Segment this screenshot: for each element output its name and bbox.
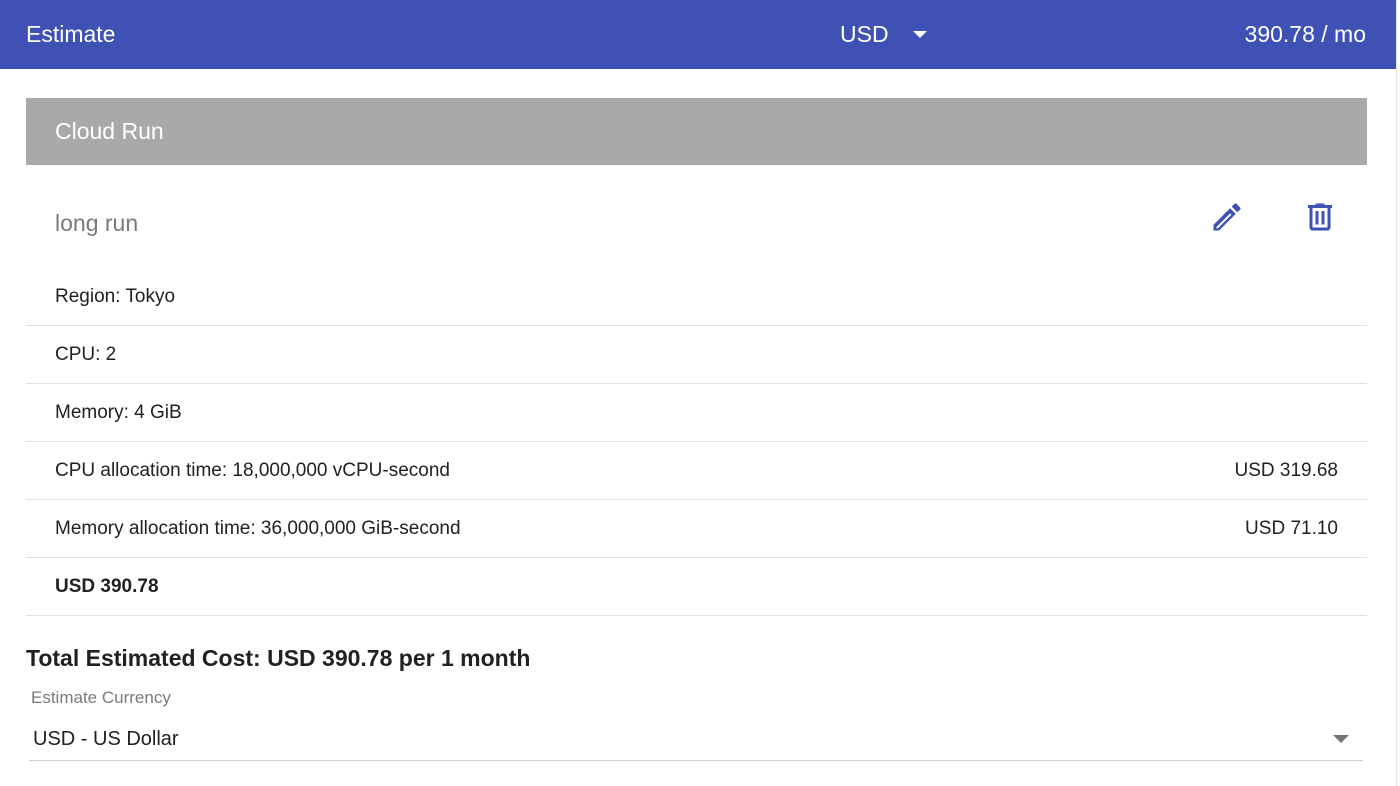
line-item-cpu-allocation: CPU allocation time: 18,000,000 vCPU-sec… [26, 442, 1367, 500]
header-currency-select[interactable]: USD [840, 21, 927, 48]
line-item-label: CPU: 2 [55, 343, 117, 365]
line-item-region: Region: Tokyo [26, 268, 1367, 326]
currency-select-value: USD - US Dollar [33, 727, 179, 750]
scroll-edge [1396, 0, 1397, 786]
edit-button[interactable] [1209, 199, 1245, 235]
caret-down-icon [912, 31, 927, 38]
item-name: long run [55, 210, 139, 236]
header-monthly-total: 390.78 / mo [1244, 21, 1366, 47]
caret-down-icon [1333, 735, 1349, 743]
line-item-cpu: CPU: 2 [26, 326, 1367, 384]
line-item-label: CPU allocation time: 18,000,000 vCPU-sec… [55, 459, 450, 481]
total-estimated-cost: Total Estimated Cost: USD 390.78 per 1 m… [26, 645, 531, 671]
trash-icon [1308, 203, 1332, 231]
subtotal-value: USD 390.78 [55, 575, 159, 597]
estimate-header: Estimate USD 390.78 / mo [0, 0, 1396, 69]
line-items: Region: Tokyo CPU: 2 Memory: 4 GiB CPU a… [26, 268, 1367, 616]
line-item-label: Region: Tokyo [55, 285, 176, 307]
line-item-value: USD 71.10 [1245, 517, 1338, 539]
line-item-label: Memory: 4 GiB [55, 401, 182, 423]
service-subtotal: USD 390.78 [26, 558, 1367, 616]
service-header: Cloud Run [26, 98, 1367, 165]
header-currency-value: USD [840, 21, 889, 47]
delete-button[interactable] [1302, 199, 1338, 235]
line-item-memory: Memory: 4 GiB [26, 384, 1367, 442]
line-item-memory-allocation: Memory allocation time: 36,000,000 GiB-s… [26, 500, 1367, 558]
service-name: Cloud Run [55, 118, 164, 144]
currency-select[interactable]: USD - US Dollar [29, 718, 1363, 761]
line-item-label: Memory allocation time: 36,000,000 GiB-s… [55, 517, 461, 539]
header-title: Estimate [26, 21, 116, 47]
currency-field-label: Estimate Currency [31, 688, 171, 707]
line-item-value: USD 319.68 [1234, 459, 1338, 481]
pencil-icon [1213, 203, 1241, 231]
